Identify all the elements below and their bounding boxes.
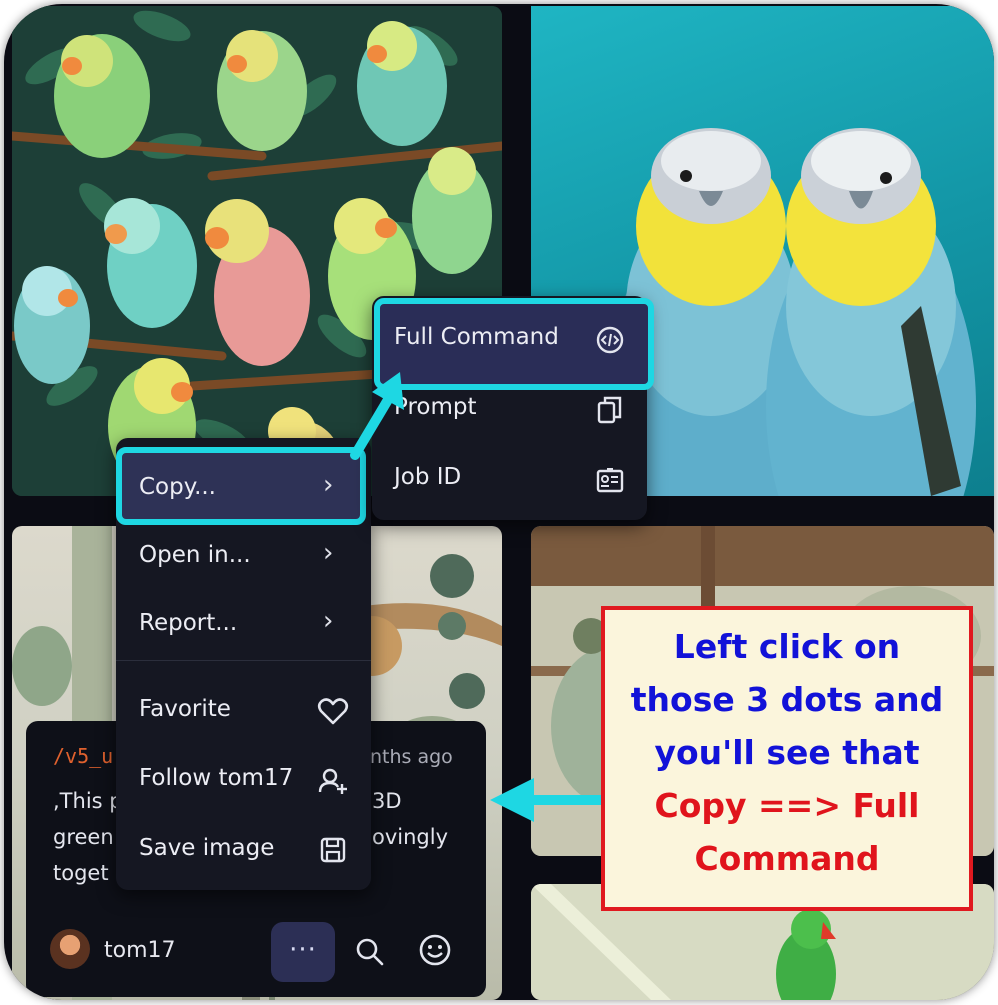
callout-line-5: Command <box>694 839 880 878</box>
callout-line-2: those 3 dots and <box>630 680 944 719</box>
callout-line-3: you'll see that <box>654 733 920 772</box>
callout-line-1: Left click on <box>673 627 901 666</box>
callout-line-4: Copy ==> Full <box>654 786 920 825</box>
instruction-callout: Left click on those 3 dots and you'll se… <box>601 606 973 911</box>
